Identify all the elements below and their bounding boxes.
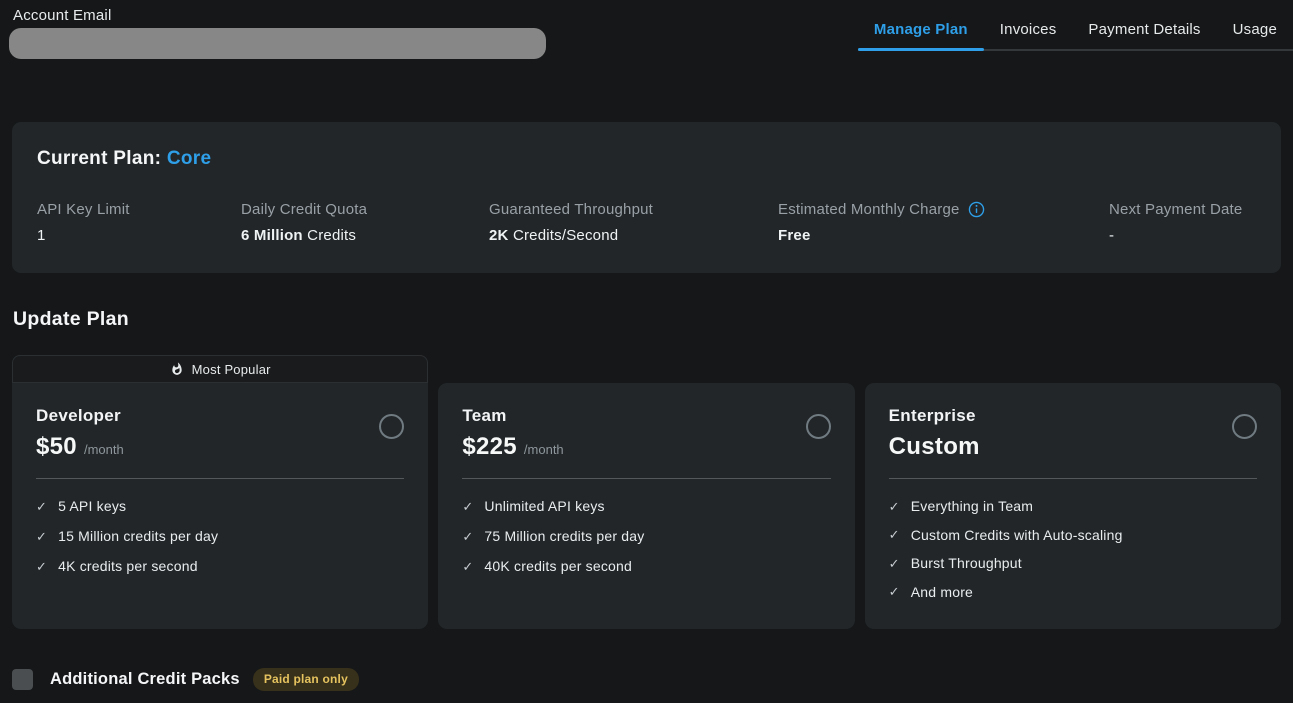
stat-next-payment-date: Next Payment Date - [1109,201,1256,244]
plan-name: Enterprise [889,406,980,426]
stat-estimated-monthly-charge: Estimated Monthly Charge Free [778,201,1109,244]
plan-price: $225 [462,433,517,461]
check-icon: ✓ [462,500,473,513]
feature-item: ✓Burst Throughput [889,555,1257,571]
plan-radio-team[interactable] [806,414,831,439]
stat-api-key-limit: API Key Limit 1 [37,201,241,244]
most-popular-label: Most Popular [192,362,271,377]
plan-period: /month [84,442,124,457]
plan-price: Custom [889,433,980,461]
plan-card-developer[interactable]: Developer $50 /month ✓5 API keys ✓15 Mil… [12,383,428,629]
divider [36,478,404,479]
feature-item: ✓And more [889,584,1257,600]
check-icon: ✓ [889,557,900,570]
plan-name: Team [462,406,563,426]
plan-price: $50 [36,433,77,461]
plan-options: Most Popular Developer $50 /month ✓5 API… [12,355,1281,629]
tab-usage[interactable]: Usage [1217,13,1293,49]
current-plan-title-prefix: Current Plan: [37,148,161,169]
check-icon: ✓ [889,585,900,598]
plan-column-developer: Most Popular Developer $50 /month ✓5 API… [12,355,428,629]
tab-payment-details[interactable]: Payment Details [1072,13,1216,49]
current-plan-title: Current Plan: Core [37,148,211,170]
feature-item: ✓Custom Credits with Auto-scaling [889,527,1257,543]
plan-column-enterprise: Enterprise Custom ✓Everything in Team ✓C… [865,355,1281,629]
flame-icon [170,362,184,376]
plan-features: ✓Everything in Team ✓Custom Credits with… [889,498,1257,600]
check-icon: ✓ [889,500,900,513]
check-icon: ✓ [462,560,473,573]
plan-features: ✓5 API keys ✓15 Million credits per day … [36,498,404,574]
plan-name: Developer [36,406,124,426]
tab-invoices[interactable]: Invoices [984,13,1073,49]
billing-tabs: Manage Plan Invoices Payment Details Usa… [858,13,1293,51]
plan-period: /month [524,442,564,457]
stat-daily-credit-quota: Daily Credit Quota 6 Million Credits [241,201,489,244]
plan-column-team: Team $225 /month ✓Unlimited API keys ✓75… [438,355,854,629]
feature-item: ✓15 Million credits per day [36,528,404,544]
additional-credit-packs-row: Additional Credit Packs Paid plan only [12,668,359,691]
additional-credit-packs-checkbox[interactable] [12,669,33,690]
plan-card-enterprise[interactable]: Enterprise Custom ✓Everything in Team ✓C… [865,383,1281,629]
check-icon: ✓ [36,530,47,543]
most-popular-banner: Most Popular [12,355,428,383]
check-icon: ✓ [36,500,47,513]
feature-item: ✓Unlimited API keys [462,498,830,514]
check-icon: ✓ [36,560,47,573]
account-email-field[interactable] [9,28,546,59]
info-icon[interactable] [968,201,985,218]
current-plan-name: Core [167,148,212,169]
feature-item: ✓75 Million credits per day [462,528,830,544]
divider [889,478,1257,479]
additional-credit-packs-label: Additional Credit Packs [50,670,240,689]
plan-features: ✓Unlimited API keys ✓75 Million credits … [462,498,830,574]
plan-card-team[interactable]: Team $225 /month ✓Unlimited API keys ✓75… [438,383,854,629]
account-email-label: Account Email [13,7,111,24]
stat-guaranteed-throughput: Guaranteed Throughput 2K Credits/Second [489,201,778,244]
current-plan-stats: API Key Limit 1 Daily Credit Quota 6 Mil… [37,201,1256,244]
tab-manage-plan[interactable]: Manage Plan [858,13,984,49]
check-icon: ✓ [889,528,900,541]
current-plan-card: Current Plan: Core API Key Limit 1 Daily… [12,122,1281,273]
update-plan-title: Update Plan [13,308,129,331]
feature-item: ✓4K credits per second [36,558,404,574]
check-icon: ✓ [462,530,473,543]
plan-radio-developer[interactable] [379,414,404,439]
paid-plan-only-badge: Paid plan only [253,668,359,691]
feature-item: ✓40K credits per second [462,558,830,574]
plan-radio-enterprise[interactable] [1232,414,1257,439]
divider [462,478,830,479]
feature-item: ✓5 API keys [36,498,404,514]
feature-item: ✓Everything in Team [889,498,1257,514]
